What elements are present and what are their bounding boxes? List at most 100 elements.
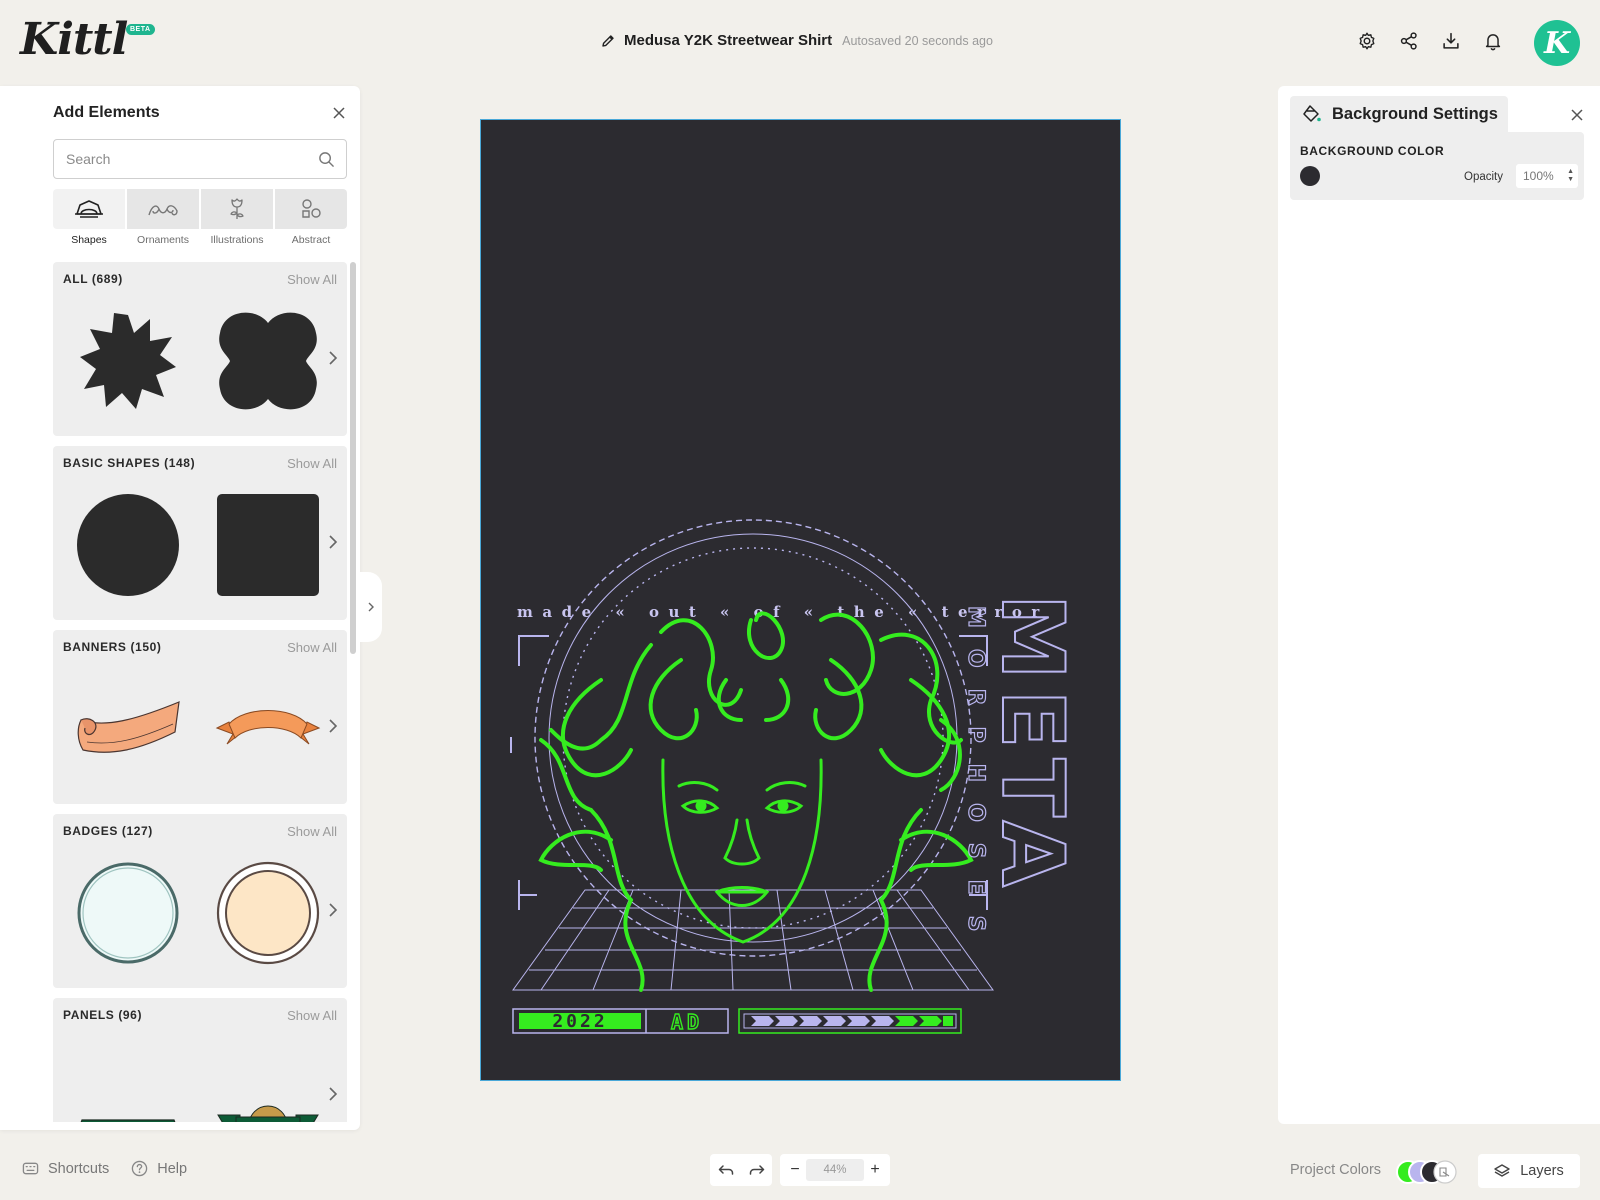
tab-label: Ornaments — [137, 234, 189, 246]
section-title: PANELS (96) — [63, 1008, 143, 1022]
tab-shapes[interactable]: Shapes — [53, 189, 125, 247]
chevron-right-icon — [368, 602, 374, 612]
abstract-icon — [302, 199, 321, 218]
era-text: AD — [671, 1010, 703, 1034]
section-banners: BANNERS (150) Show All — [53, 630, 347, 804]
shortcuts-button[interactable]: Shortcuts — [22, 1160, 109, 1177]
undo-icon[interactable] — [718, 1164, 734, 1176]
shape-quatrefoil[interactable] — [213, 306, 323, 416]
medusa-artwork[interactable]: made « out « of « the « terror META MORP… — [481, 120, 1121, 1081]
section-title: ALL (689) — [63, 272, 123, 286]
redo-icon[interactable] — [749, 1164, 765, 1176]
year-bar: 2022 AD — [512, 1008, 962, 1035]
chevron-right-icon[interactable] — [327, 1086, 339, 1102]
panel-green-plain[interactable] — [73, 1076, 183, 1122]
tab-label: Abstract — [291, 234, 331, 246]
top-bar: Kittl BETA Medusa Y2K Streetwear Shirt A… — [0, 0, 1600, 84]
help-button[interactable]: Help — [131, 1160, 187, 1177]
zoom-out-button[interactable]: − — [788, 1161, 802, 1179]
kittl-logo[interactable]: Kittl — [20, 14, 128, 65]
keyboard-icon — [22, 1162, 39, 1175]
document-title-area[interactable]: Medusa Y2K Streetwear Shirt Autosaved 20… — [600, 32, 993, 49]
opacity-label: Opacity — [1464, 171, 1503, 183]
layers-button[interactable]: Layers — [1478, 1154, 1580, 1188]
show-all-link[interactable]: Show All — [287, 1008, 337, 1023]
swatch-white — [1433, 1160, 1457, 1184]
element-sections: ALL (689) Show All BASIC SHAPES (148) Sh… — [53, 262, 347, 1122]
big-word-meta: META — [982, 594, 1082, 897]
design-canvas[interactable]: made « out « of « the « terror META MORP… — [480, 119, 1121, 1081]
chevron-right-icon[interactable] — [327, 902, 339, 918]
banner-ribbon[interactable] — [213, 674, 323, 784]
section-badges: BADGES (127) Show All — [53, 814, 347, 988]
close-icon[interactable] — [332, 106, 346, 120]
snake-hair — [538, 611, 974, 992]
layers-label: Layers — [1520, 1163, 1564, 1179]
background-color-section: BACKGROUND COLOR Opacity 100% ▲ ▼ — [1290, 132, 1584, 200]
download-icon[interactable] — [1440, 30, 1462, 52]
badge-cream[interactable] — [213, 858, 323, 968]
collapse-panel-button[interactable] — [360, 572, 382, 642]
section-title: BANNERS (150) — [63, 640, 162, 654]
shape-circle[interactable] — [73, 490, 183, 600]
section-panels: PANELS (96) Show All — [53, 998, 347, 1122]
project-colors-label[interactable]: Project Colors — [1290, 1162, 1381, 1178]
background-settings-tab[interactable]: Background Settings — [1290, 96, 1508, 132]
search-icon[interactable] — [318, 151, 335, 168]
show-all-link[interactable]: Show All — [287, 456, 337, 471]
opacity-value: 100% — [1523, 169, 1554, 183]
gear-icon[interactable] — [1356, 30, 1378, 52]
grid-floor — [512, 889, 994, 991]
chevron-right-icon[interactable] — [327, 718, 339, 734]
category-tabs: Shapes Ornaments Illustrations Abstract — [53, 189, 347, 247]
background-color-swatch[interactable] — [1300, 166, 1320, 186]
shape-square[interactable] — [213, 490, 323, 600]
chevron-right-icon[interactable] — [327, 350, 339, 366]
chevron-right-icon[interactable] — [327, 534, 339, 550]
show-all-link[interactable]: Show All — [287, 272, 337, 287]
opacity-input[interactable]: 100% ▲ ▼ — [1516, 164, 1578, 188]
section-title: BASIC SHAPES (148) — [63, 456, 196, 470]
ornaments-icon — [148, 205, 178, 216]
tab-abstract[interactable]: Abstract — [275, 189, 347, 247]
user-avatar[interactable]: K — [1534, 20, 1580, 66]
bell-icon[interactable] — [1482, 30, 1504, 52]
shapes-icon — [75, 200, 103, 218]
badge-light-blue[interactable] — [73, 858, 183, 968]
beta-badge: BETA — [126, 24, 155, 35]
panel-scrollbar[interactable] — [350, 262, 356, 654]
tab-label: Illustrations — [210, 234, 264, 246]
show-all-link[interactable]: Show All — [287, 640, 337, 655]
section-all: ALL (689) Show All — [53, 262, 347, 436]
tab-ornaments[interactable]: Ornaments — [127, 189, 199, 247]
pencil-icon[interactable] — [600, 33, 616, 49]
meta-word-group: META MORPHOSES — [962, 593, 1083, 953]
layers-icon — [1494, 1164, 1510, 1177]
section-title: BADGES (127) — [63, 824, 153, 838]
panel-green-ornate[interactable] — [213, 1070, 323, 1122]
shape-star-burst[interactable] — [73, 306, 183, 416]
close-icon[interactable] — [1570, 108, 1584, 122]
tab-illustrations[interactable]: Illustrations — [201, 189, 273, 247]
section-basic-shapes: BASIC SHAPES (148) Show All — [53, 446, 347, 620]
help-label: Help — [157, 1160, 188, 1177]
paint-bucket-icon — [1303, 105, 1321, 122]
tab-label: Shapes — [71, 234, 107, 246]
search-input[interactable] — [53, 139, 347, 179]
project-color-swatches[interactable] — [1395, 1159, 1459, 1185]
document-name[interactable]: Medusa Y2K Streetwear Shirt — [624, 32, 832, 49]
add-elements-panel: Add Elements Shapes Ornaments Illustrati… — [0, 86, 360, 1130]
help-circle-icon — [132, 1160, 148, 1177]
background-settings-panel: Background Settings BACKGROUND COLOR Opa… — [1278, 86, 1600, 1124]
vertical-word-morphoses: MORPHOSES — [963, 606, 988, 953]
bottom-left-links: Shortcuts Help — [22, 1160, 187, 1177]
medusa-face — [661, 758, 823, 944]
zoom-level[interactable]: 44% — [806, 1159, 864, 1181]
illustrations-icon — [230, 198, 244, 219]
background-color-label: BACKGROUND COLOR — [1300, 144, 1445, 158]
zoom-in-button[interactable]: + — [868, 1161, 882, 1179]
show-all-link[interactable]: Show All — [287, 824, 337, 839]
banner-scroll[interactable] — [73, 674, 183, 784]
share-icon[interactable] — [1398, 30, 1420, 52]
opacity-stepper-icon[interactable]: ▲ ▼ — [1567, 168, 1574, 184]
